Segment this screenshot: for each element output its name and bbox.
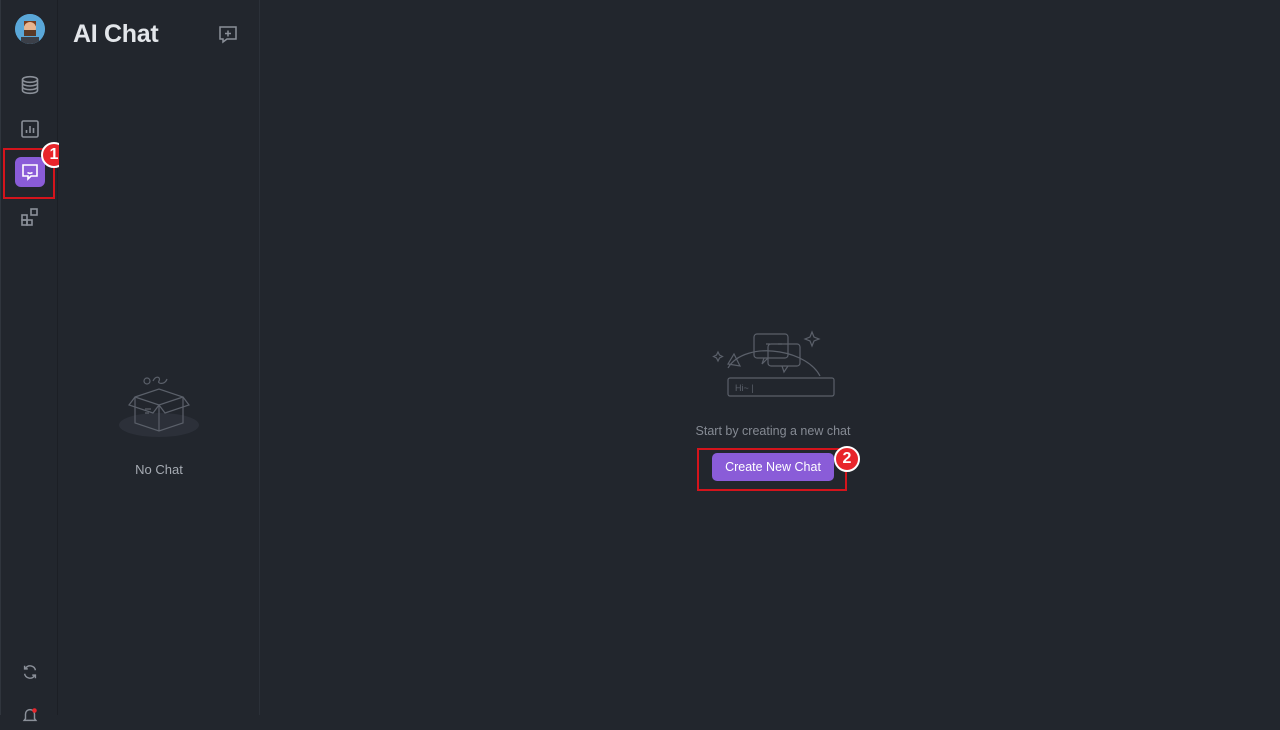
notification-icon[interactable] xyxy=(15,700,45,730)
empty-box-illustration xyxy=(117,365,201,450)
avatar[interactable] xyxy=(15,14,45,44)
database-icon[interactable] xyxy=(15,70,45,100)
chat-list-panel: AI Chat No Chat xyxy=(59,0,260,715)
empty-chat-label: No Chat xyxy=(135,462,183,477)
main-content: Hi~ | Start by creating a new chat Creat… xyxy=(260,0,1280,715)
new-chat-icon[interactable] xyxy=(217,24,239,46)
apps-icon[interactable] xyxy=(15,202,45,232)
sync-icon[interactable] xyxy=(15,657,45,687)
annotation-highlight-2 xyxy=(697,448,847,491)
illustration-input-text: Hi~ | xyxy=(735,383,754,393)
chart-icon[interactable] xyxy=(15,114,45,144)
annotation-badge-2: 2 xyxy=(834,446,860,472)
chat-illustration: Hi~ | xyxy=(708,326,838,405)
icon-rail xyxy=(0,0,58,722)
empty-state-hint: Start by creating a new chat xyxy=(695,424,851,438)
page-title: AI Chat xyxy=(73,20,159,48)
